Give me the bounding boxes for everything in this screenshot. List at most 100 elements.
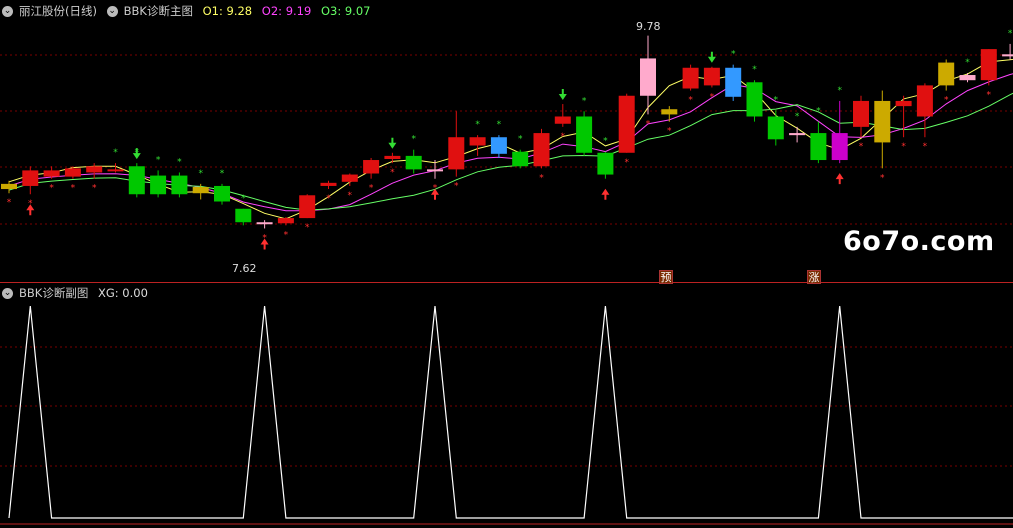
- sell-arrow: [558, 89, 567, 101]
- star-marker: *: [774, 95, 779, 105]
- candle: [107, 163, 124, 173]
- candle: [618, 93, 635, 153]
- candle: [980, 49, 997, 86]
- buy-arrow: [601, 188, 610, 200]
- candle: [853, 95, 869, 138]
- candle: [427, 160, 443, 179]
- pane-divider[interactable]: [0, 282, 1013, 283]
- candle-body: [171, 175, 188, 195]
- candle-body: [214, 185, 230, 202]
- candle-body: [192, 186, 209, 194]
- candle-body: [1, 183, 17, 190]
- candle: [405, 149, 422, 174]
- candle-body: [725, 67, 742, 97]
- sub-collapse-icon[interactable]: ⌄: [2, 288, 13, 299]
- star-marker: *: [454, 182, 459, 192]
- star-marker: *: [198, 169, 203, 179]
- candle-body: [831, 133, 848, 161]
- star-marker: *: [582, 96, 587, 106]
- candle-body: [661, 109, 678, 115]
- sub-indicator-name[interactable]: BBK诊断副图: [19, 286, 88, 300]
- candle: [533, 128, 550, 169]
- candle: [64, 166, 81, 179]
- candle-body: [448, 137, 465, 170]
- low-price-label: 7.62: [232, 262, 257, 275]
- candle-body: [810, 133, 827, 161]
- star-marker: *: [7, 198, 12, 208]
- candle-body: [512, 151, 529, 167]
- star-marker: *: [561, 132, 566, 142]
- candle: [448, 111, 465, 177]
- candle-body: [128, 166, 145, 195]
- candle-body: [789, 133, 806, 136]
- star-marker: *: [965, 58, 970, 68]
- o1-value: O1: 9.28: [202, 4, 253, 18]
- star-marker: *: [326, 194, 331, 204]
- candle-body: [277, 218, 294, 224]
- candle-body: [490, 137, 507, 154]
- candle-body: [1002, 54, 1013, 57]
- candle-body: [107, 169, 124, 172]
- candle-body: [682, 67, 699, 89]
- star-marker: *: [1008, 29, 1013, 39]
- star-marker: *: [901, 142, 906, 152]
- candle-body: [874, 100, 891, 143]
- indicator-collapse-icon[interactable]: ⌄: [106, 6, 118, 17]
- candle: [490, 135, 507, 158]
- star-marker: *: [880, 173, 885, 183]
- candle-body: [895, 100, 912, 107]
- candle: [214, 183, 230, 205]
- star-marker: *: [241, 194, 246, 204]
- star-marker: *: [603, 137, 608, 147]
- star-marker: *: [411, 135, 416, 145]
- candle-body: [853, 100, 869, 127]
- candle-body: [959, 75, 976, 81]
- candle: [235, 208, 252, 226]
- star-marker: *: [752, 65, 757, 75]
- star-marker: *: [816, 107, 821, 117]
- badge-yu: 预: [659, 270, 673, 284]
- high-price-label: 9.78: [636, 20, 661, 33]
- candle: [1002, 43, 1013, 60]
- o3-value: O3: 9.07: [320, 4, 371, 18]
- candle-body: [554, 116, 571, 124]
- candle: [363, 157, 380, 179]
- candlestick-series: [1, 35, 1013, 229]
- candle: [299, 194, 316, 219]
- stock-title: 丽江股份(日线): [19, 4, 97, 18]
- candle: [895, 95, 912, 138]
- candle: [725, 64, 742, 101]
- candle: [874, 90, 891, 169]
- candle: [128, 163, 145, 198]
- candle: [810, 121, 827, 164]
- xg-line: [8, 305, 1013, 519]
- collapse-icon[interactable]: ⌄: [2, 6, 13, 17]
- candle: [682, 64, 699, 91]
- candle: [703, 66, 720, 88]
- watermark: 6o7o.com: [843, 226, 995, 257]
- candle: [746, 80, 763, 122]
- indicator-name[interactable]: BBK诊断主图: [124, 4, 193, 18]
- star-marker: *: [284, 230, 289, 240]
- candle: [959, 72, 976, 83]
- candle-body: [86, 166, 103, 173]
- candle-body: [533, 133, 550, 167]
- candle: [661, 106, 678, 122]
- o2-value: O2: 9.19: [261, 4, 312, 18]
- chart-stage: * * * * * * * * * * * * * * * * * * * * * * * * * * * * * * * * * * * * * * * *…: [0, 29, 1013, 525]
- star-marker: *: [177, 157, 182, 167]
- xg-value: XG: 0.00: [97, 286, 148, 300]
- star-marker: *: [390, 168, 395, 178]
- star-marker: *: [837, 86, 842, 96]
- candle-body: [980, 49, 997, 81]
- candle: [22, 166, 39, 195]
- candle: [469, 135, 486, 156]
- candle: [341, 173, 358, 186]
- star-marker: *: [305, 223, 310, 233]
- candle: [384, 152, 401, 164]
- candle-body: [576, 116, 593, 153]
- candle: [640, 35, 656, 115]
- candle: [86, 163, 103, 179]
- candle-body: [320, 182, 337, 186]
- moving-average-lines: [8, 58, 1013, 220]
